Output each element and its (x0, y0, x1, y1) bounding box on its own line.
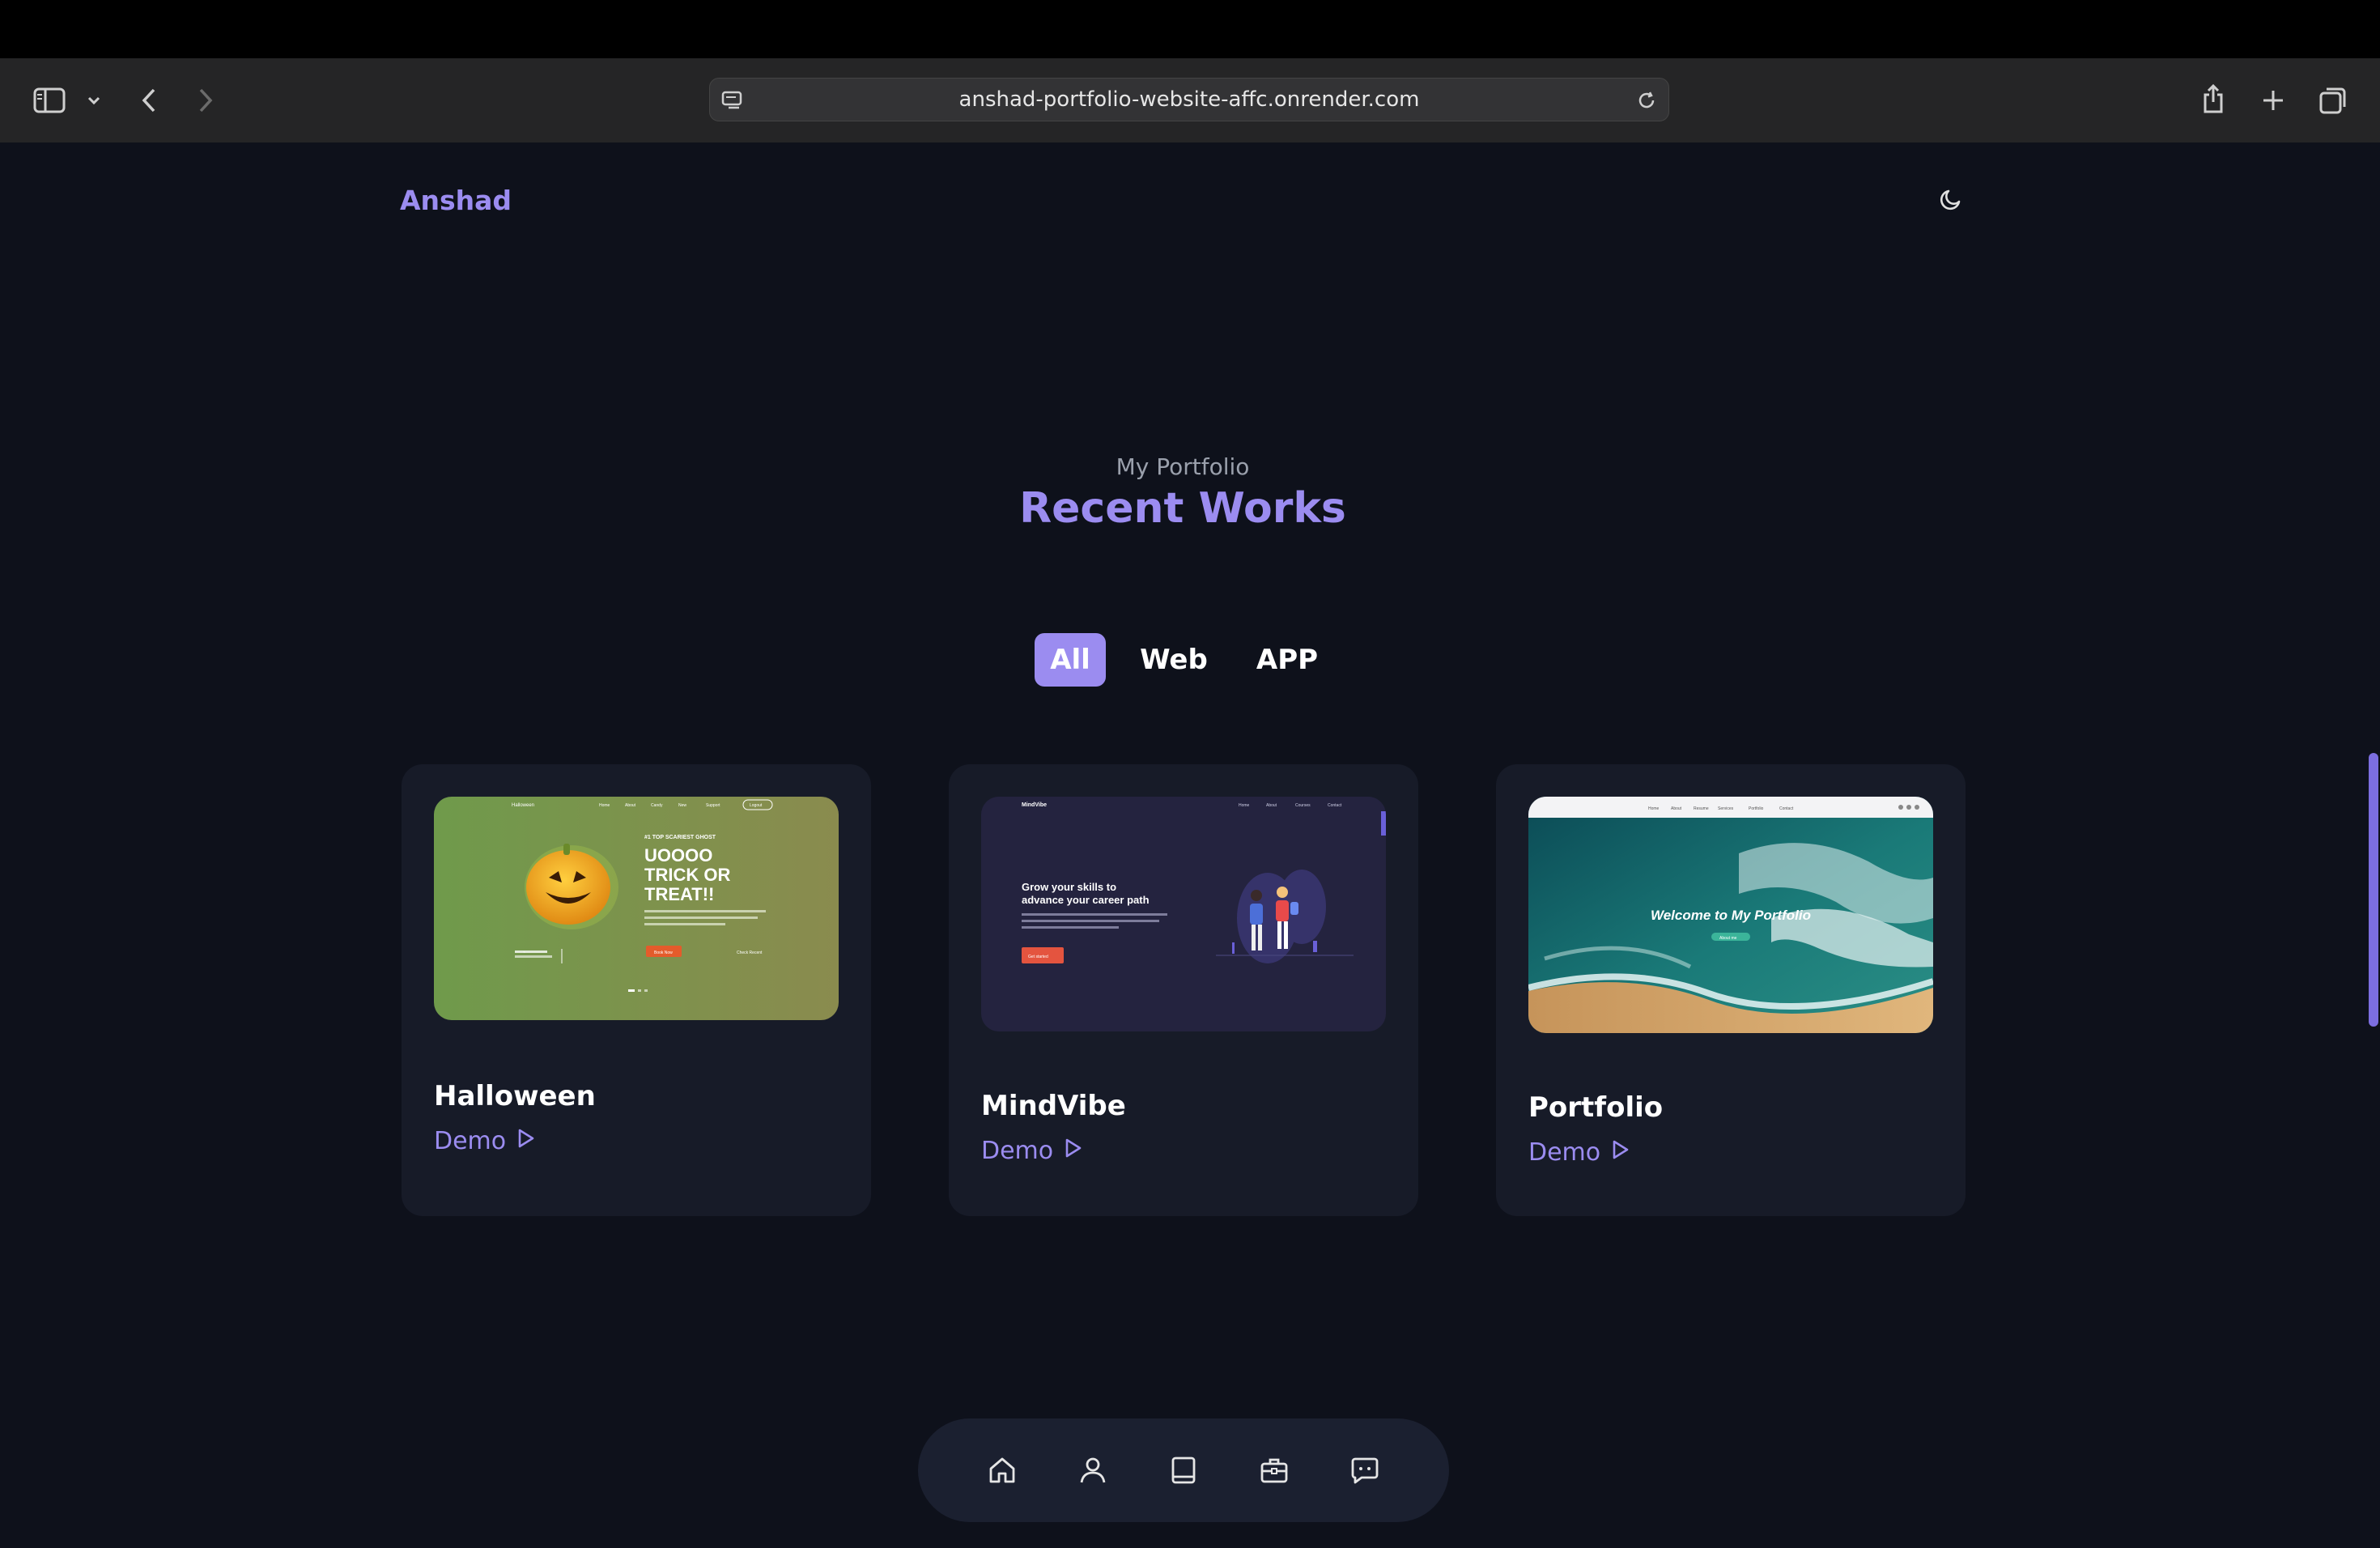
halloween-nav-3: Candy (651, 803, 663, 808)
svg-text:Grow your skills to: Grow your skills to (1022, 881, 1116, 893)
portfolio-nav-2: About (1671, 806, 1682, 811)
share-icon[interactable] (2199, 81, 2228, 117)
play-icon (1065, 1137, 1082, 1165)
mindvibe-nav-4: Contact (1328, 803, 1342, 808)
url-text[interactable]: anshad-portfolio-website-affc.onrender.c… (710, 79, 1668, 121)
demo-label: Demo (434, 1127, 507, 1155)
project-title: MindVibe (981, 1090, 1126, 1122)
reload-icon[interactable] (1634, 88, 1659, 113)
project-title: Portfolio (1528, 1091, 1664, 1124)
halloween-side-link: Check Recent (737, 950, 763, 955)
play-icon (1612, 1138, 1630, 1167)
tab-overview-icon[interactable] (2317, 84, 2349, 117)
portfolio-nav-3: Resume (1694, 806, 1709, 811)
portfolio-nav-5: Portfolio (1749, 806, 1764, 811)
section-subtitle: My Portfolio (1116, 453, 1250, 480)
svg-text:TRICK OR: TRICK OR (644, 865, 730, 885)
user-icon[interactable] (1073, 1451, 1112, 1490)
window-top-bar (0, 0, 2380, 58)
book-icon[interactable] (1164, 1451, 1203, 1490)
halloween-nav-1: Home (599, 803, 610, 808)
briefcase-icon[interactable] (1255, 1451, 1294, 1490)
halloween-nav-5: Support (706, 803, 720, 808)
mindvibe-nav-2: About (1266, 803, 1277, 808)
demo-label: Demo (981, 1137, 1054, 1165)
demo-link[interactable]: Demo (434, 1127, 535, 1155)
sidebar-icon[interactable] (32, 84, 66, 117)
browser-toolbar: anshad-portfolio-website-affc.onrender.c… (0, 58, 2380, 143)
project-image-portfolio[interactable]: Home About Resume Services Portfolio Con… (1528, 797, 1933, 1033)
halloween-nav-2: About (625, 803, 636, 808)
project-image-mindvibe[interactable]: MindVibe Home About Courses Contact Grow… (981, 797, 1386, 1031)
portfolio-nav-1: Home (1648, 806, 1660, 811)
new-tab-icon[interactable] (2259, 84, 2288, 117)
project-card-halloween: Halloween Home About Candy New Support L… (402, 764, 871, 1216)
portfolio-cta: About me (1719, 936, 1737, 941)
mindvibe-preview-brand: MindVibe (1022, 802, 1047, 808)
chevron-down-icon[interactable] (84, 91, 104, 110)
project-image-halloween[interactable]: Halloween Home About Candy New Support L… (434, 797, 839, 1020)
svg-text:advance your career path: advance your career path (1022, 894, 1150, 906)
halloween-nav-6: Logout (750, 803, 763, 808)
halloween-cta: Book Now (654, 950, 673, 955)
section-title: Recent Works (1019, 484, 1346, 533)
scrollbar-thumb[interactable] (2369, 753, 2378, 1027)
halloween-nav-4: New (678, 803, 686, 808)
project-card-mindvibe: MindVibe Home About Courses Contact Grow… (949, 764, 1418, 1216)
message-icon[interactable] (1345, 1451, 1384, 1490)
moon-icon[interactable] (1938, 186, 1964, 215)
mindvibe-nav-3: Courses (1295, 803, 1311, 808)
brand-logo[interactable]: Anshad (400, 185, 512, 216)
filter-web[interactable]: Web (1132, 633, 1216, 687)
demo-label: Demo (1528, 1138, 1601, 1167)
halloween-eyebrow: #1 TOP SCARIEST GHOST (644, 835, 716, 840)
portfolio-nav-6: Contact (1779, 806, 1794, 811)
project-title: Halloween (434, 1080, 596, 1112)
mindvibe-cta: Get started (1028, 955, 1048, 959)
page: Anshad My Portfolio Recent Works All Web… (0, 142, 2365, 1548)
address-bar[interactable]: anshad-portfolio-website-affc.onrender.c… (709, 78, 1669, 121)
svg-text:TREAT!!: TREAT!! (644, 884, 714, 904)
filter-app[interactable]: APP (1248, 633, 1326, 687)
portfolio-nav-4: Services (1718, 806, 1734, 811)
halloween-preview-brand: Halloween (512, 803, 534, 808)
play-icon (517, 1127, 535, 1155)
filter-all[interactable]: All (1035, 633, 1106, 687)
mindvibe-nav-1: Home (1239, 803, 1250, 808)
demo-link[interactable]: Demo (981, 1137, 1082, 1165)
demo-link[interactable]: Demo (1528, 1138, 1630, 1167)
project-card-portfolio: Home About Resume Services Portfolio Con… (1496, 764, 1966, 1216)
home-icon[interactable] (983, 1451, 1022, 1490)
forward-icon[interactable] (193, 84, 219, 117)
bottom-navigation (918, 1418, 1449, 1522)
portfolio-headline: Welcome to My Portfolio (1651, 908, 1811, 923)
back-icon[interactable] (136, 84, 162, 117)
portfolio-filters: All Web APP (0, 633, 2365, 687)
svg-text:UOOOO: UOOOO (644, 845, 712, 865)
